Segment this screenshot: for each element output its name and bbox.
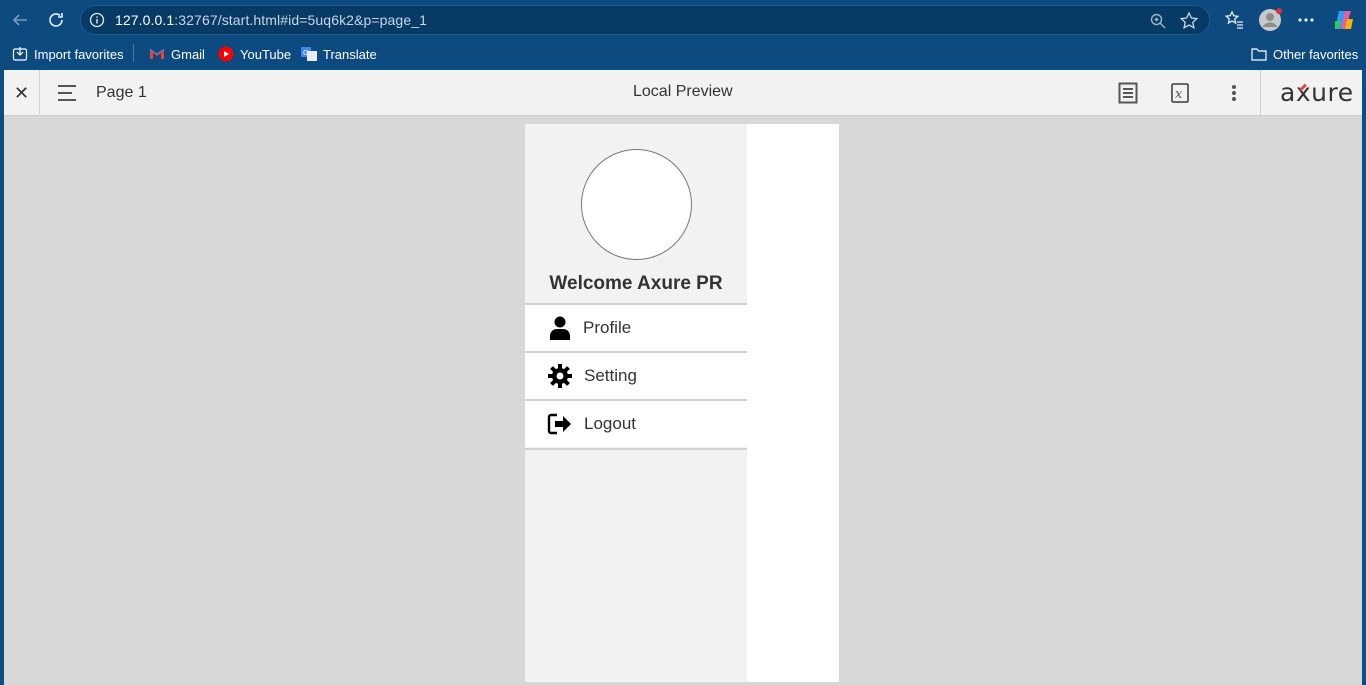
youtube-icon: [218, 46, 234, 62]
bookmark-label: Translate: [323, 46, 377, 62]
copilot-button[interactable]: [1332, 8, 1356, 32]
bookmarks-bar: Import favorites Gmail YouTube G Transla…: [0, 40, 1366, 68]
side-drawer: Welcome Axure PR Profile Setting Logout: [525, 124, 747, 682]
menu-label-profile: Profile: [583, 318, 632, 337]
favorite-star-icon[interactable]: [1179, 11, 1199, 31]
more-horizontal-icon: [1298, 18, 1314, 22]
folder-icon: [1251, 48, 1267, 61]
bookmark-label: Gmail: [171, 46, 205, 62]
menu-label-logout: Logout: [584, 414, 636, 433]
import-icon: [12, 47, 28, 61]
gmail-icon: [149, 48, 165, 59]
browser-toolbar: 127.0.0.1:32767/start.html#id=5uq6k2&p=p…: [0, 0, 1366, 40]
address-bar[interactable]: 127.0.0.1:32767/start.html#id=5uq6k2&p=p…: [80, 5, 1210, 35]
other-favorites-label: Other favorites: [1273, 46, 1359, 62]
current-page-name[interactable]: Page 1: [96, 84, 147, 102]
bookmark-gmail[interactable]: Gmail: [149, 45, 205, 63]
menu-item-profile[interactable]: Profile: [525, 303, 747, 351]
back-button[interactable]: [8, 8, 32, 32]
logout-icon: [547, 411, 573, 437]
bookmark-youtube[interactable]: YouTube: [218, 45, 291, 63]
axure-logo: ax ure: [1280, 78, 1354, 107]
user-icon: [547, 315, 573, 341]
refresh-button[interactable]: [44, 8, 68, 32]
copilot-icon: [1335, 11, 1353, 29]
more-vertical-icon: [1232, 85, 1236, 101]
gear-icon: [547, 363, 573, 389]
svg-text:x: x: [1175, 87, 1183, 102]
svg-text:G: G: [303, 49, 308, 57]
zoom-icon[interactable]: [1149, 12, 1167, 30]
menu-item-setting[interactable]: Setting: [525, 351, 747, 399]
url-path: :32767/start.html#id=5uq6k2&p=page_1: [174, 12, 427, 28]
favorites-list-icon: [1224, 10, 1243, 29]
more-menu-button[interactable]: [1294, 8, 1318, 32]
prototype-page: Welcome Axure PR Profile Setting Logout: [525, 124, 839, 682]
url-text[interactable]: 127.0.0.1:32767/start.html#id=5uq6k2&p=p…: [115, 12, 427, 28]
menu-label-setting: Setting: [584, 366, 637, 385]
notes-icon: [1118, 82, 1138, 104]
other-favorites[interactable]: Other favorites: [1251, 45, 1358, 63]
profile-avatar-icon: [1259, 8, 1282, 31]
avatar: [581, 149, 692, 260]
bookmark-import-favorites[interactable]: Import favorites: [12, 45, 124, 63]
bookmark-label: YouTube: [240, 46, 292, 62]
hamburger-menu-icon[interactable]: [56, 82, 78, 104]
refresh-icon: [49, 13, 63, 27]
welcome-text: Welcome Axure PR: [549, 273, 723, 294]
notes-button[interactable]: [1116, 81, 1140, 105]
back-arrow-icon: [12, 14, 27, 26]
menu-item-logout[interactable]: Logout: [525, 399, 747, 447]
bookmarks-divider: [133, 44, 134, 62]
profile-button[interactable]: [1258, 8, 1282, 32]
header-title: Local Preview: [633, 83, 733, 100]
bookmark-translate[interactable]: G Translate: [301, 45, 377, 63]
favorites-button[interactable]: [1222, 8, 1246, 32]
variables-button[interactable]: x: [1168, 81, 1192, 105]
translate-icon: G: [301, 47, 317, 61]
variable-x-icon: x: [1171, 83, 1189, 103]
axure-header: ✕ Page 1 Local Preview x ax ure: [4, 70, 1362, 116]
logo-divider: [1260, 70, 1261, 116]
close-sidebar-button[interactable]: ✕: [4, 70, 40, 116]
menu-divider: [525, 448, 747, 450]
close-icon: ✕: [13, 82, 30, 103]
url-host: 127.0.0.1: [115, 12, 175, 28]
bookmark-label: Import favorites: [34, 46, 124, 62]
more-options-button[interactable]: [1222, 81, 1246, 105]
axure-preview: ✕ Page 1 Local Preview x ax ure Welcome A…: [4, 70, 1362, 685]
site-info-icon[interactable]: [89, 12, 105, 28]
